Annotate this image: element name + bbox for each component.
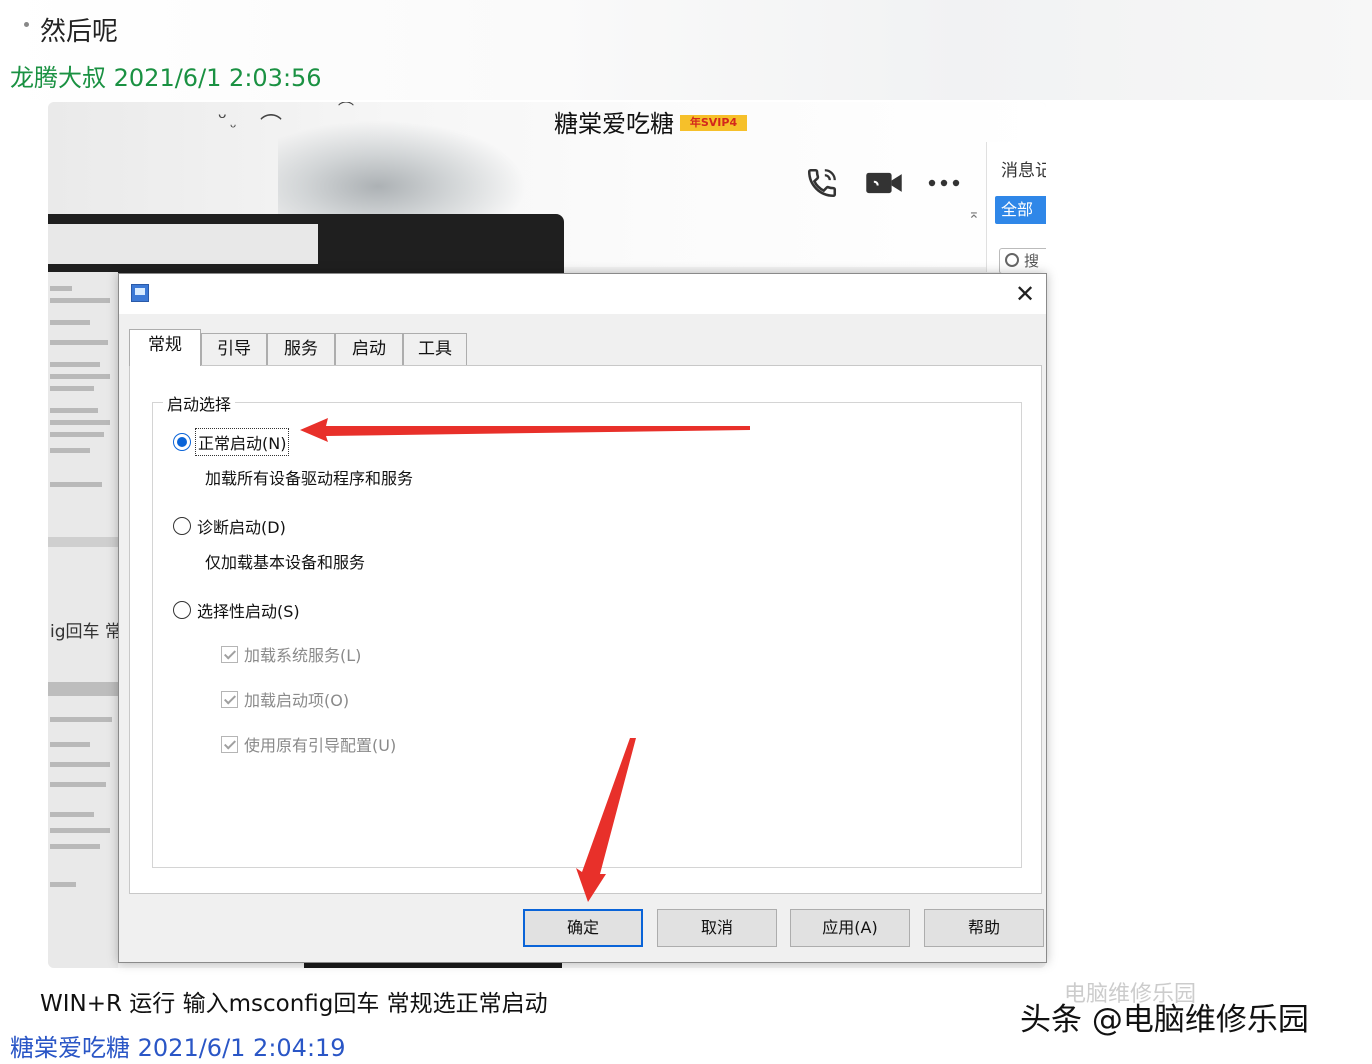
message-bullet	[24, 22, 29, 27]
history-search-input[interactable]: 搜	[999, 248, 1046, 274]
tab-boot[interactable]: 引导	[201, 333, 267, 365]
checkbox-label: 加载启动项(O)	[244, 691, 350, 710]
tab-tools[interactable]: 工具	[403, 333, 467, 365]
landscape-decoration	[278, 120, 528, 215]
tab-startup[interactable]: 启动	[335, 333, 403, 365]
phone-icon[interactable]	[802, 163, 842, 203]
checkbox-disabled[interactable]	[221, 735, 238, 753]
checkbox-disabled[interactable]	[221, 645, 238, 663]
bird-icon: ᵕ	[230, 118, 237, 137]
checkbox-label: 使用原有引导配置(U)	[244, 736, 397, 755]
background-window-dark	[48, 214, 564, 274]
sender-line-1: 龙腾大叔 2021/6/1 2:03:56	[10, 58, 322, 93]
cancel-button[interactable]: 取消	[657, 909, 777, 947]
radio-button[interactable]	[173, 601, 191, 619]
previous-message: 然后呢	[40, 17, 119, 47]
background-settings-window: ig回车 常	[48, 272, 122, 968]
background-window-text: ig回车 常	[50, 622, 122, 642]
search-icon	[1005, 253, 1019, 267]
more-icon[interactable]	[924, 163, 964, 203]
sender-line-2: 糖棠爱吃糖 2021/6/1 2:04:19	[10, 1028, 346, 1063]
radio-label: 选择性启动(S)	[197, 602, 300, 621]
apply-button[interactable]: 应用(A)	[790, 909, 910, 947]
radio-label: 诊断启动(D)	[197, 518, 286, 537]
system-configuration-dialog: ✕ 常规 引导 服务 启动 工具 启动选择 正常启动(N) 加载所有设备驱动程序…	[118, 273, 1047, 963]
option-description: 仅加载基本设备和服务	[205, 553, 366, 572]
option-description: 加载所有设备驱动程序和服务	[205, 469, 414, 488]
startup-selection-group: 启动选择 正常启动(N) 加载所有设备驱动程序和服务 诊断启动(D) 仅加载基本…	[152, 391, 1022, 868]
radio-button[interactable]	[173, 517, 191, 535]
sender-name[interactable]: 糖棠爱吃糖	[10, 1034, 130, 1062]
checkbox-use-original-boot-config[interactable]: 使用原有引导配置(U)	[221, 733, 396, 755]
checkbox-load-startup-items[interactable]: 加载启动项(O)	[221, 688, 349, 710]
close-icon[interactable]: ✕	[1008, 278, 1042, 310]
general-tab-panel: 启动选择 正常启动(N) 加载所有设备驱动程序和服务 诊断启动(D) 仅加载基本…	[129, 365, 1042, 894]
video-camera-icon[interactable]	[864, 163, 904, 203]
bird-icon: ᵕ	[218, 106, 228, 131]
watermark: 头条 @电脑维修乐园	[1020, 1002, 1309, 1038]
contact-name: 糖棠爱吃糖	[554, 110, 674, 138]
message-time: 2021/6/1 2:04:19	[137, 1034, 346, 1062]
bird-icon: ⌒	[338, 102, 355, 119]
dialog-titlebar[interactable]: ✕	[119, 274, 1046, 314]
radio-button-selected[interactable]	[173, 433, 191, 451]
history-title: 消息记	[1001, 161, 1046, 181]
filter-all-button[interactable]: 全部	[995, 196, 1046, 224]
radio-diagnostic-startup[interactable]: 诊断启动(D)	[173, 515, 288, 537]
help-button[interactable]: 帮助	[924, 909, 1044, 947]
checkbox-disabled[interactable]	[221, 690, 238, 708]
collapse-icon[interactable]: ⌅	[968, 206, 980, 222]
ok-button[interactable]: 确定	[523, 909, 643, 947]
radio-normal-startup[interactable]: 正常启动(N)	[173, 428, 290, 456]
sender-name[interactable]: 龙腾大叔	[10, 64, 106, 92]
chat-message-caption: WIN+R 运行 输入msconfig回车 常规选正常启动	[40, 991, 548, 1017]
message-history-panel: 消息记 全部 搜	[986, 142, 1046, 274]
vip-badge: 年SVIP4	[680, 115, 747, 131]
tab-services[interactable]: 服务	[267, 333, 335, 365]
msconfig-app-icon	[131, 284, 149, 302]
message-time: 2021/6/1 2:03:56	[113, 64, 322, 92]
checkbox-label: 加载系统服务(L)	[244, 646, 362, 665]
bird-icon: ⌒	[260, 114, 283, 139]
group-title: 启动选择	[163, 391, 236, 415]
checkbox-load-system-services[interactable]: 加载系统服务(L)	[221, 643, 361, 665]
radio-label: 正常启动(N)	[195, 428, 290, 456]
tab-general[interactable]: 常规	[129, 329, 201, 366]
radio-selective-startup[interactable]: 选择性启动(S)	[173, 599, 302, 621]
